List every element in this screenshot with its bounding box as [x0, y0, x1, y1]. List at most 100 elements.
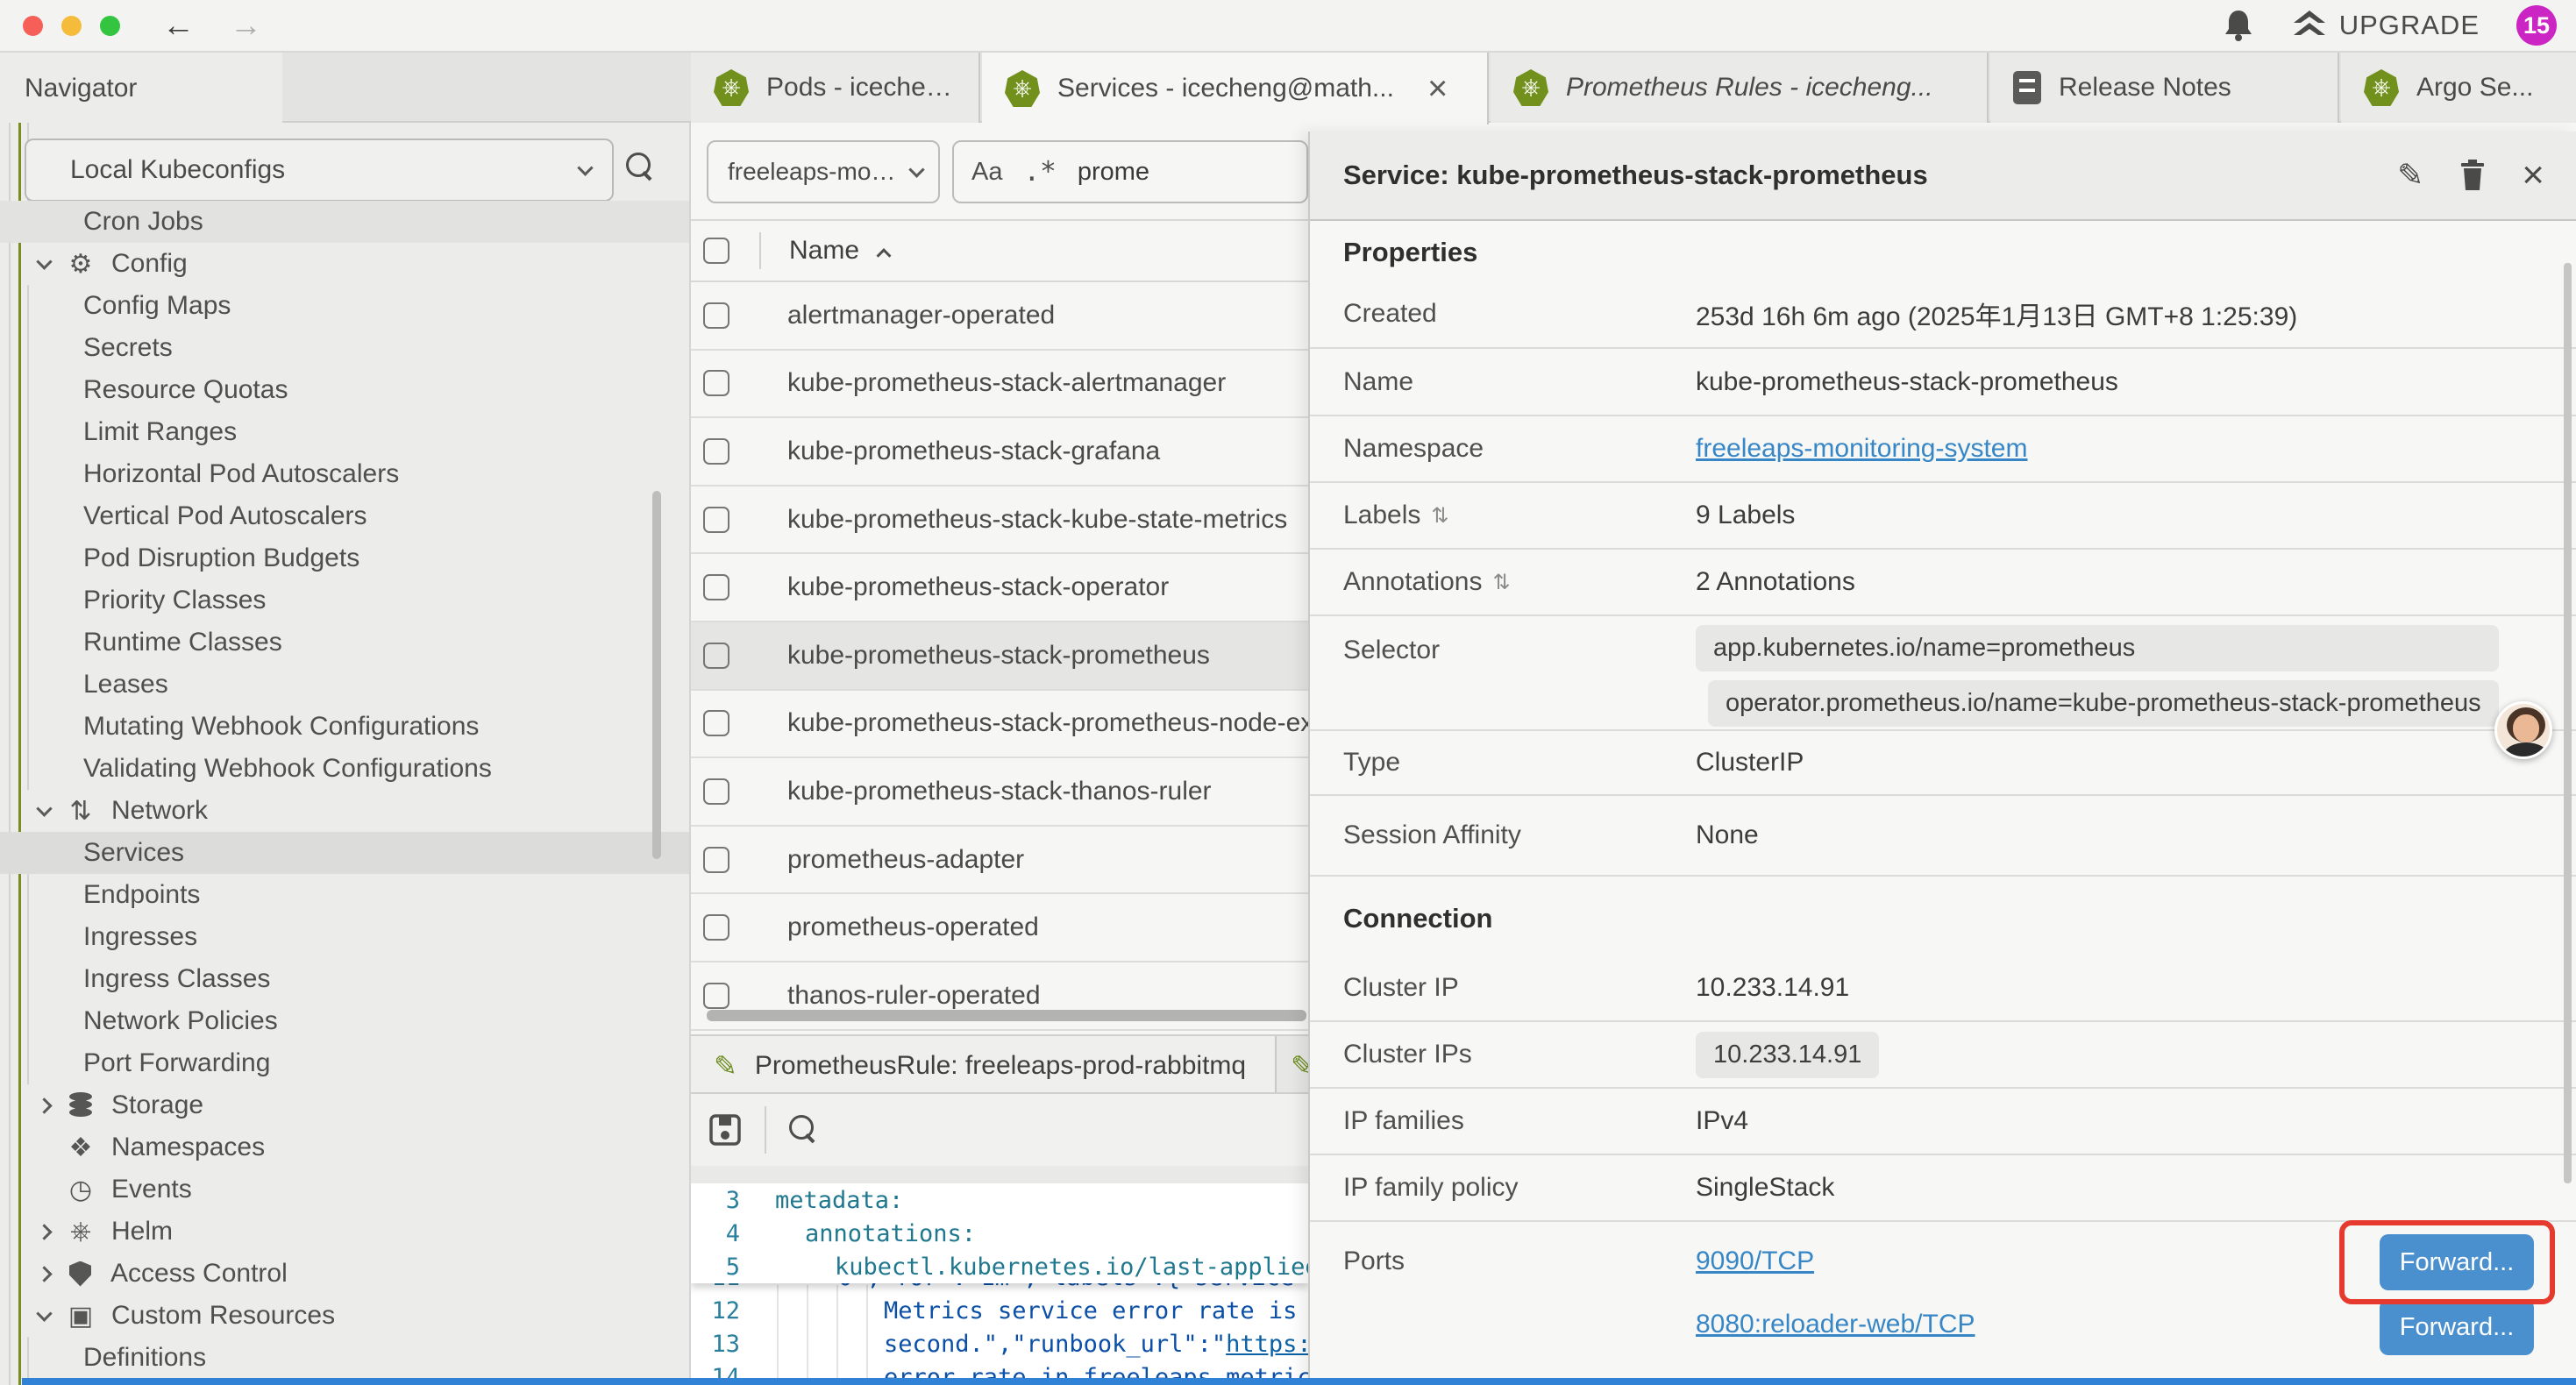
- save-button[interactable]: [708, 1113, 742, 1147]
- edit-button[interactable]: ✎: [2397, 157, 2423, 194]
- editor-search-button[interactable]: [789, 1115, 815, 1146]
- table-row[interactable]: kube-prometheus-stack-grafana: [691, 418, 1308, 487]
- tab-navigator[interactable]: Navigator: [0, 53, 282, 124]
- row-checkbox[interactable]: [703, 438, 729, 465]
- services-search-input[interactable]: Aa .* prome: [952, 140, 1308, 203]
- row-checkbox[interactable]: [703, 574, 729, 600]
- sidebar-item-leases[interactable]: Leases: [0, 664, 689, 706]
- sidebar-item-endpoints[interactable]: Endpoints: [0, 874, 689, 916]
- close-tab-icon[interactable]: ×: [1427, 69, 1448, 109]
- table-row[interactable]: alertmanager-operated: [691, 282, 1308, 351]
- notification-count-badge[interactable]: 15: [2516, 5, 2557, 46]
- traffic-light-close-icon[interactable]: [23, 16, 43, 36]
- upgrade-button[interactable]: UPGRADE: [2292, 9, 2480, 42]
- expand-collapse-icon[interactable]: ⇅: [1492, 570, 1510, 595]
- sidebar-search-button[interactable]: [626, 153, 652, 183]
- search-icon: [626, 153, 652, 179]
- table-row[interactable]: kube-prometheus-stack-operator: [691, 554, 1308, 622]
- expand-collapse-icon[interactable]: ⇅: [1431, 503, 1448, 529]
- name-column-header[interactable]: Name: [789, 236, 859, 266]
- row-checkbox[interactable]: [703, 710, 729, 736]
- row-checkbox[interactable]: [703, 983, 729, 1009]
- sidebar-item-validating-webhook-configurations[interactable]: Validating Webhook Configurations: [0, 748, 689, 790]
- sidebar-scrollbar[interactable]: [652, 491, 661, 859]
- sidebar-item-limit-ranges[interactable]: Limit Ranges: [0, 411, 689, 453]
- sidebar-item-namespaces[interactable]: ❖Namespaces: [0, 1126, 689, 1168]
- tab-prometheus-rules[interactable]: ⎈ Prometheus Rules - icecheng...: [1491, 53, 1989, 123]
- tab-services[interactable]: ⎈ Services - icecheng@math... ×: [982, 53, 1489, 124]
- table-row[interactable]: prometheus-adapter: [691, 827, 1308, 895]
- horizontal-scrollbar[interactable]: [707, 1010, 1306, 1021]
- sidebar-item-cron-jobs[interactable]: Cron Jobs: [0, 201, 689, 243]
- regex-toggle[interactable]: .*: [1023, 156, 1056, 188]
- kubernetes-icon: ⎈: [1005, 70, 1040, 107]
- sidebar-item-horizontal-pod-autoscalers[interactable]: Horizontal Pod Autoscalers: [0, 453, 689, 495]
- table-row[interactable]: prometheus-operated: [691, 894, 1308, 962]
- match-case-toggle[interactable]: Aa: [971, 158, 1002, 187]
- sidebar-item-config-maps[interactable]: Config Maps: [0, 285, 689, 327]
- property-row-namespace: Namespace freeleaps-monitoring-system: [1310, 416, 2576, 483]
- selector-chip[interactable]: app.kubernetes.io/name=prometheus: [1696, 625, 2499, 671]
- kubeconfig-selector[interactable]: Local Kubeconfigs: [25, 138, 614, 202]
- close-panel-button[interactable]: ×: [2522, 156, 2544, 195]
- sidebar-group-access-control[interactable]: Access Control: [0, 1253, 689, 1295]
- sidebar-item-mutating-webhook-configurations[interactable]: Mutating Webhook Configurations: [0, 706, 689, 748]
- sidebar-group-custom-resources[interactable]: ▣Custom Resources: [0, 1295, 689, 1337]
- tab-pods[interactable]: ⎈ Pods - icecheng@mathmas...: [691, 53, 980, 123]
- bell-icon[interactable]: [2222, 8, 2255, 43]
- detail-scrollbar[interactable]: [2564, 263, 2572, 1183]
- table-row-selected[interactable]: kube-prometheus-stack-prometheus: [691, 622, 1308, 691]
- traffic-light-zoom-icon[interactable]: [100, 16, 120, 36]
- namespace-link[interactable]: freeleaps-monitoring-system: [1696, 434, 2027, 464]
- row-checkbox[interactable]: [703, 778, 729, 805]
- row-checkbox[interactable]: [703, 370, 729, 396]
- tab-argo[interactable]: ⎈ Argo Se...: [2341, 53, 2576, 123]
- sidebar-item-resource-quotas[interactable]: Resource Quotas: [0, 369, 689, 411]
- port-link-9090[interactable]: 9090/TCP: [1696, 1246, 1975, 1276]
- delete-button[interactable]: [2459, 159, 2487, 192]
- sidebar-item-events[interactable]: ◷Events: [0, 1168, 689, 1211]
- row-checkbox[interactable]: [703, 302, 729, 329]
- sidebar-item-runtime-classes[interactable]: Runtime Classes: [0, 621, 689, 664]
- runbook-url-link[interactable]: https://net: [1226, 1331, 1308, 1358]
- back-button[interactable]: ←: [162, 7, 195, 44]
- forward-port-button-8080[interactable]: Forward...: [2380, 1299, 2534, 1355]
- traffic-light-minimize-icon[interactable]: [61, 16, 82, 36]
- row-checkbox[interactable]: [703, 847, 729, 873]
- sidebar-item-vertical-pod-autoscalers[interactable]: Vertical Pod Autoscalers: [0, 495, 689, 537]
- yaml-editor[interactable]: 110","for":"1m","labels":{"service": 12M…: [691, 1183, 1308, 1378]
- row-checkbox[interactable]: [703, 643, 729, 669]
- sidebar-item-services[interactable]: Services: [0, 832, 689, 874]
- selector-chip[interactable]: operator.prometheus.io/name=kube-prometh…: [1708, 680, 2499, 727]
- sidebar-item-network-policies[interactable]: Network Policies: [0, 1000, 689, 1042]
- table-row[interactable]: kube-prometheus-stack-alertmanager: [691, 351, 1308, 419]
- table-row[interactable]: kube-prometheus-stack-kube-state-metrics: [691, 487, 1308, 555]
- avatar[interactable]: [2494, 701, 2552, 759]
- select-all-checkbox[interactable]: [703, 238, 729, 264]
- sidebar-item-ingress-classes[interactable]: Ingress Classes: [0, 958, 689, 1000]
- window-titlebar: ← → UPGRADE 15: [0, 0, 2576, 53]
- port-link-8080[interactable]: 8080:reloader-web/TCP: [1696, 1310, 1975, 1339]
- namespace-filter-select[interactable]: freeleaps-monitoring-system: [707, 140, 940, 203]
- forward-port-button-9090[interactable]: Forward...: [2380, 1234, 2534, 1290]
- sidebar-group-network[interactable]: ⇅Network: [0, 790, 689, 832]
- table-row[interactable]: kube-prometheus-stack-thanos-ruler: [691, 758, 1308, 827]
- sidebar-group-config[interactable]: ⚙Config: [0, 243, 689, 285]
- row-checkbox[interactable]: [703, 507, 729, 533]
- sidebar-item-definitions[interactable]: Definitions: [0, 1337, 689, 1379]
- sidebar-group-helm[interactable]: ⎈Helm: [0, 1211, 689, 1253]
- editor-tab-partial[interactable]: ✎: [1278, 1036, 1308, 1094]
- sidebar-item-pod-disruption-budgets[interactable]: Pod Disruption Budgets: [0, 537, 689, 579]
- sidebar-group-storage[interactable]: Storage: [0, 1084, 689, 1126]
- tab-release-notes[interactable]: Release Notes: [1990, 53, 2339, 123]
- forward-button[interactable]: →: [230, 7, 262, 44]
- editor-toolbar: [691, 1094, 1308, 1166]
- sidebar-item-ingresses[interactable]: Ingresses: [0, 916, 689, 958]
- sidebar-item-secrets[interactable]: Secrets: [0, 327, 689, 369]
- sidebar-item-priority-classes[interactable]: Priority Classes: [0, 579, 689, 621]
- table-row[interactable]: kube-prometheus-stack-prometheus-node-ex…: [691, 691, 1308, 759]
- cluster-ip-chip[interactable]: 10.233.14.91: [1696, 1032, 1879, 1078]
- sidebar-item-port-forwarding[interactable]: Port Forwarding: [0, 1042, 689, 1084]
- row-checkbox[interactable]: [703, 914, 729, 941]
- editor-tab-prometheusrule[interactable]: ✎ PrometheusRule: freeleaps-prod-rabbitm…: [691, 1036, 1277, 1094]
